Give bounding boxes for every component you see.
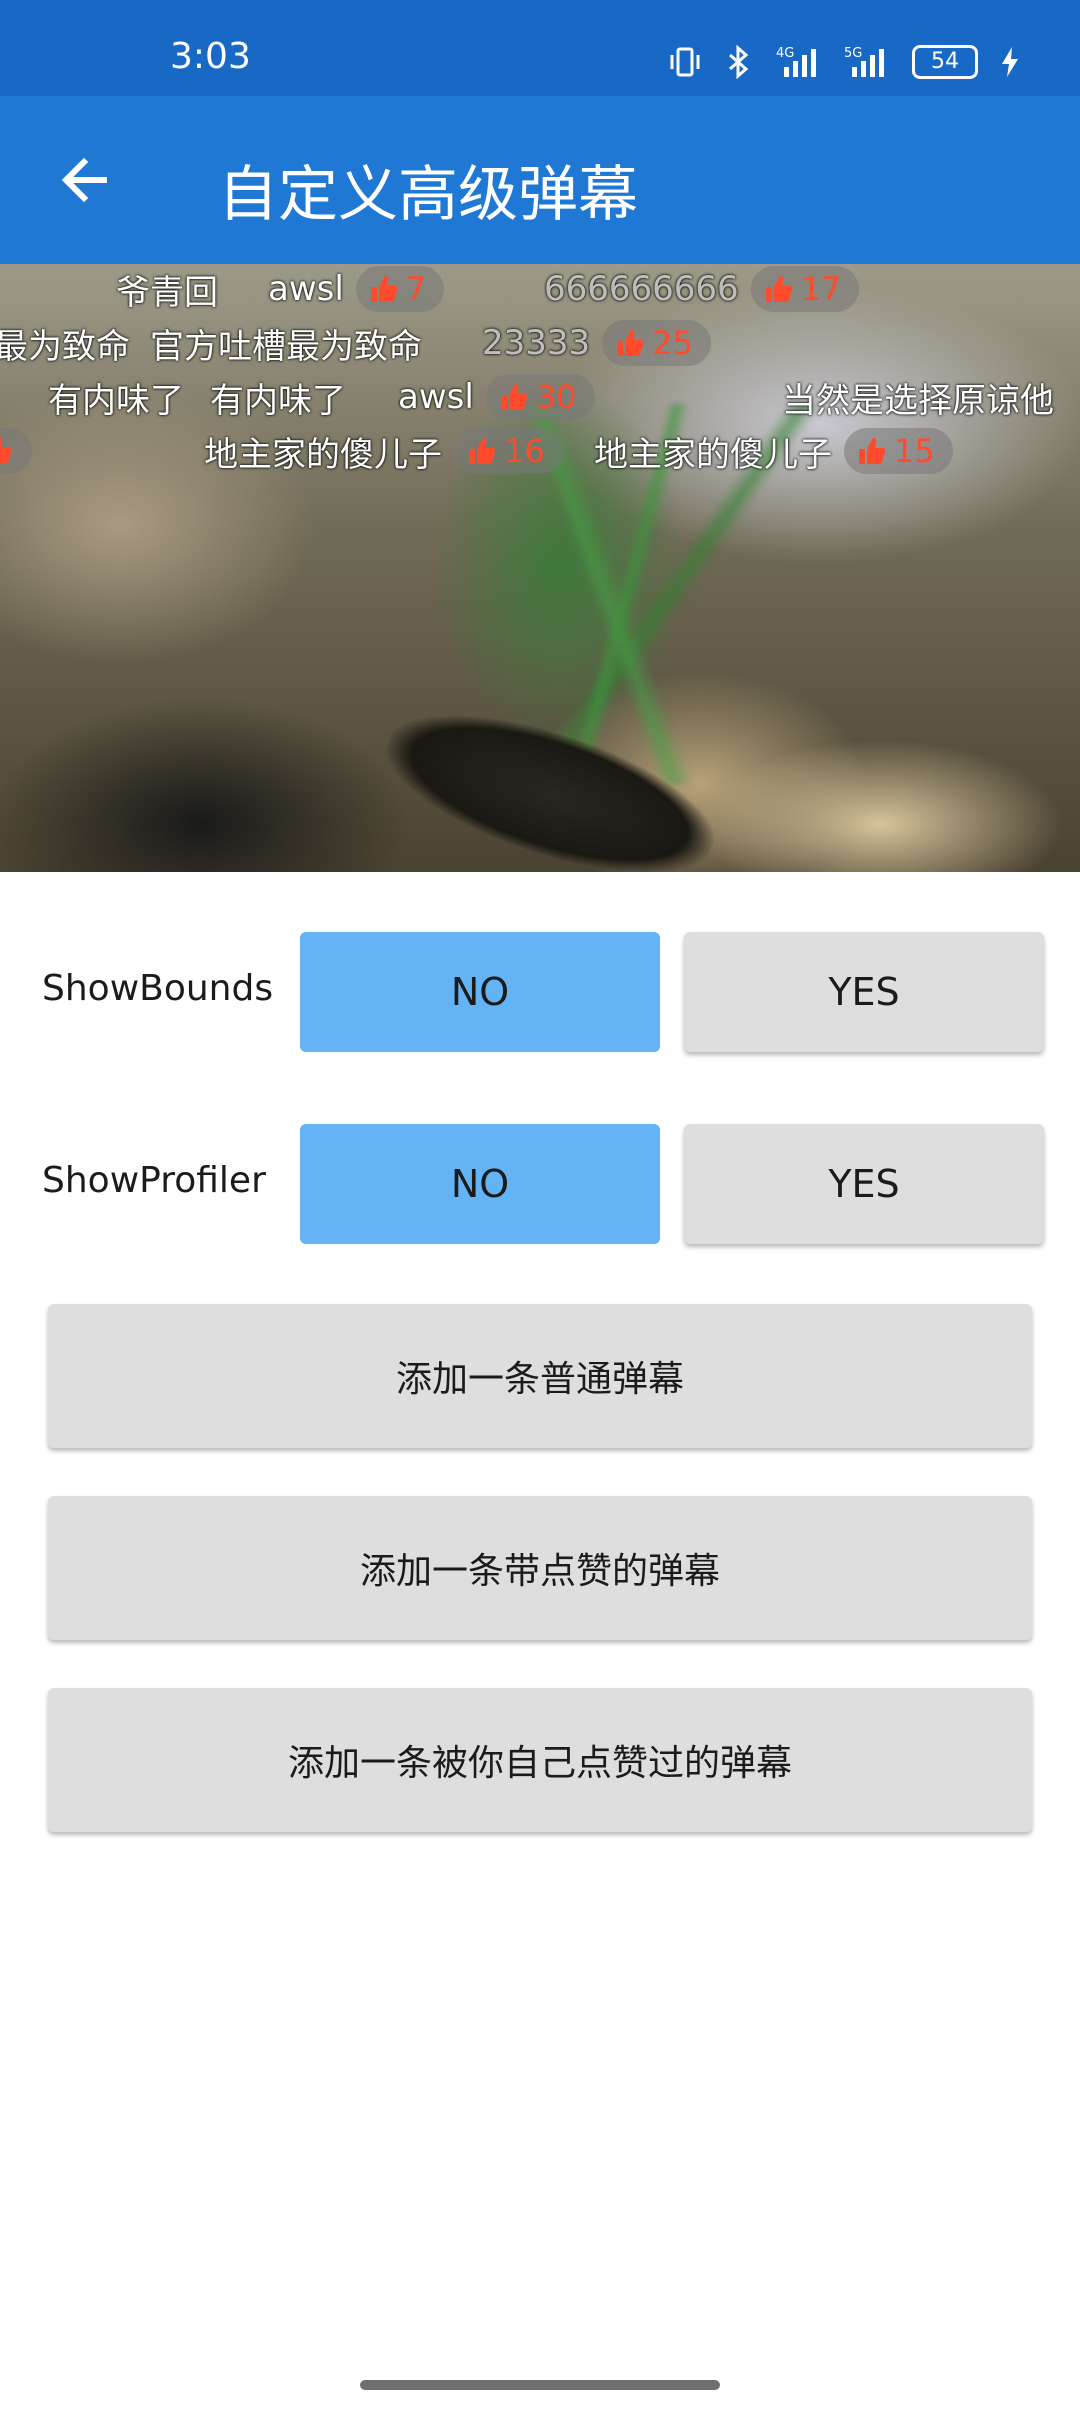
show-bounds-no-button[interactable]: NO: [300, 932, 660, 1052]
home-indicator[interactable]: [360, 2380, 720, 2390]
video-player[interactable]: 爷青回 awsl 7 666666666 17 最为致命 官方吐槽最为致命 23…: [0, 264, 1080, 872]
danmaku-item: 地主家的傻儿子 16: [204, 426, 563, 476]
danmaku-row: 地主家的傻儿子 16 地主家的傻儿子 15: [0, 426, 1080, 476]
add-liked-danmaku-button[interactable]: 添加一条带点赞的弹幕: [48, 1496, 1032, 1640]
thumbs-up-icon: [0, 438, 12, 464]
danmaku-item: 官方吐槽最为致命: [150, 326, 422, 367]
arrow-back-icon[interactable]: [56, 152, 112, 208]
status-time: 3:03: [170, 36, 251, 77]
signal-4g-icon: 4G: [776, 45, 822, 79]
show-bounds-yes-button[interactable]: YES: [684, 932, 1044, 1052]
danmaku-row: 最为致命 官方吐槽最为致命 23333 25: [0, 318, 1080, 368]
danmaku-item: 有内味了: [48, 380, 184, 421]
danmaku-row: 爷青回 awsl 7 666666666 17: [0, 264, 1080, 314]
status-icons: 4G 5G 54: [668, 40, 1020, 84]
danmaku-item: 有内味了: [210, 380, 346, 421]
danmaku-item: 地主家的傻儿子 15: [594, 426, 953, 476]
app-bar: 自定义高级弹幕: [0, 96, 1080, 264]
add-self-liked-danmaku-button[interactable]: 添加一条被你自己点赞过的弹幕: [48, 1688, 1032, 1832]
danmaku-fragment: [0, 426, 32, 476]
page-title: 自定义高级弹幕: [218, 160, 638, 230]
thumbs-up-icon: [469, 438, 496, 464]
svg-text:5G: 5G: [844, 46, 862, 61]
charging-icon: [1000, 45, 1020, 79]
like-badge[interactable]: 16: [454, 428, 563, 474]
danmaku-item: 23333 25: [482, 318, 711, 368]
add-normal-danmaku-button[interactable]: 添加一条普通弹幕: [48, 1304, 1032, 1448]
danmaku-item: 爷青回: [116, 272, 218, 313]
danmaku-item: awsl 30: [398, 372, 595, 422]
thumbs-up-icon: [500, 384, 528, 410]
show-bounds-label: ShowBounds: [42, 968, 274, 1009]
svg-text:4G: 4G: [776, 46, 794, 61]
danmaku-item: 666666666 17: [544, 264, 860, 314]
danmaku-item: awsl 7: [268, 264, 445, 314]
like-badge[interactable]: 17: [750, 266, 860, 312]
battery-level: 54: [931, 49, 959, 74]
bluetooth-icon: [724, 45, 754, 79]
danmaku-item: 当然是选择原谅他: [782, 380, 1054, 421]
danmaku-item: 最为致命: [0, 326, 130, 367]
thumbs-up-icon: [765, 276, 793, 302]
like-badge[interactable]: 7: [355, 266, 445, 312]
show-profiler-label: ShowProfiler: [42, 1160, 266, 1201]
like-badge[interactable]: [0, 428, 32, 474]
like-badge[interactable]: 25: [602, 320, 711, 366]
signal-5g-icon: 5G: [844, 45, 890, 79]
like-badge[interactable]: 15: [844, 428, 953, 474]
vibrate-icon: [668, 45, 702, 79]
thumbs-up-icon: [859, 438, 886, 464]
like-badge[interactable]: 30: [485, 374, 595, 420]
show-profiler-no-button[interactable]: NO: [300, 1124, 660, 1244]
battery-icon: 54: [912, 45, 978, 79]
show-profiler-yes-button[interactable]: YES: [684, 1124, 1044, 1244]
status-bar: 3:03 4G 5G 54: [0, 0, 1080, 96]
thumbs-up-icon: [617, 330, 644, 356]
thumbs-up-icon: [370, 276, 398, 302]
danmaku-row: 有内味了 有内味了 awsl 30 当然是选择原谅他: [0, 372, 1080, 422]
